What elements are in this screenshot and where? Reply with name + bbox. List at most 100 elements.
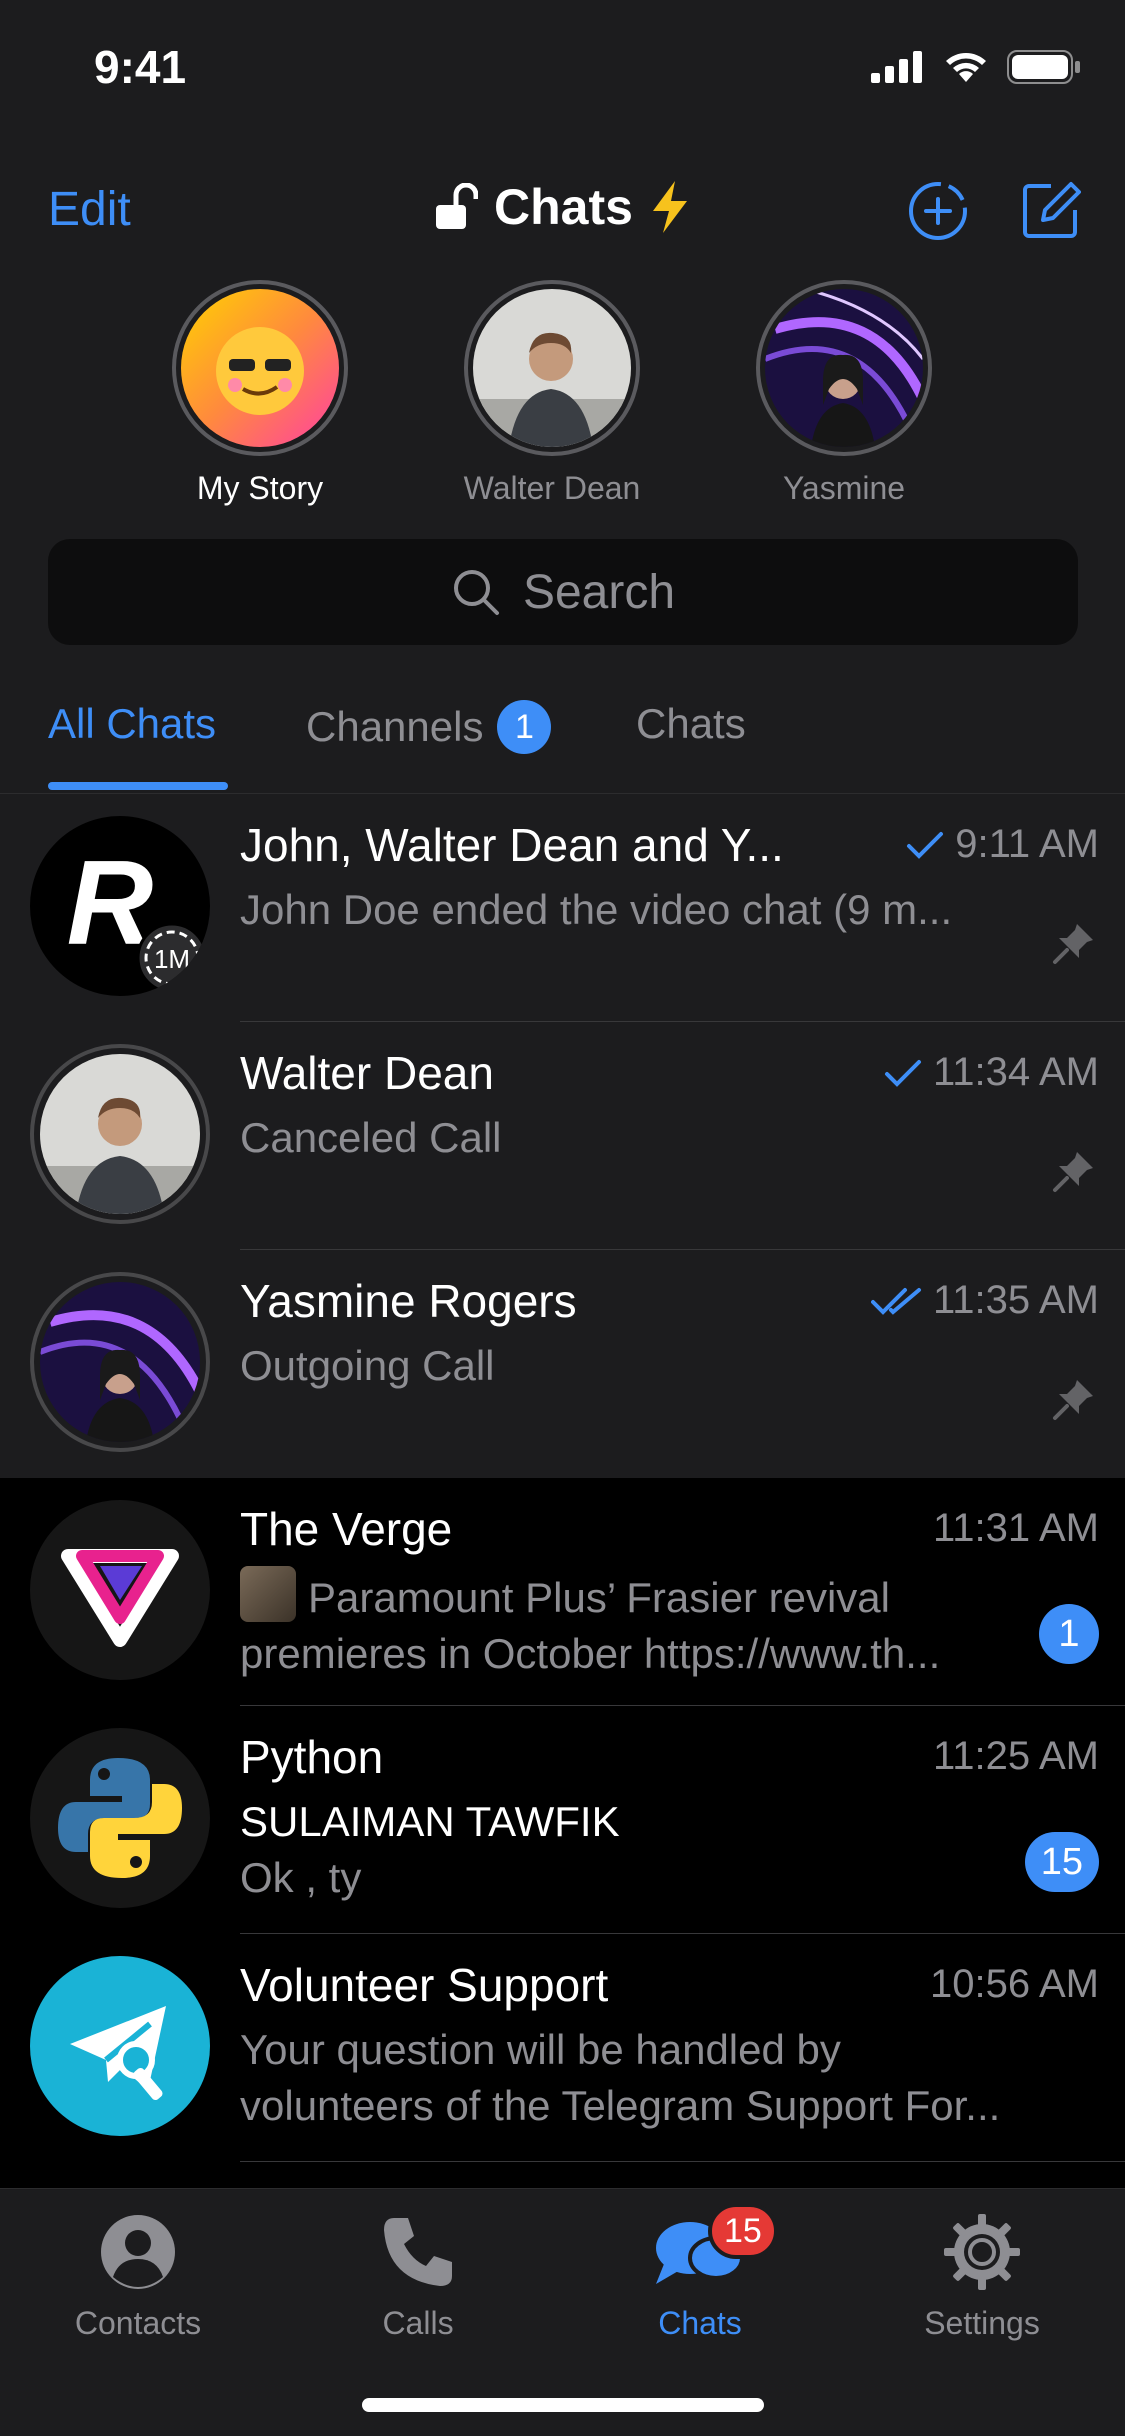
story-label: My Story (196, 470, 324, 506)
time-label: 9:11 AM (955, 822, 1099, 866)
chat-time: 10:56 AM (930, 1962, 1099, 2007)
walter-dean-avatar (40, 1054, 200, 1214)
the-verge-avatar (30, 1500, 210, 1680)
time-label: 11:34 AM (932, 1050, 1099, 1094)
chat-name: The Verge (240, 1503, 453, 1555)
bottom-tab-bar: Contacts Calls 15 Chats Settings (0, 2188, 1125, 2436)
chat-row[interactable]: Walter Dean 11:34 AM Canceled Call (0, 1022, 1125, 1250)
status-icons (871, 50, 1081, 84)
story-ring (756, 280, 932, 456)
unread-badge: 15 (1024, 1832, 1099, 1892)
time-label: 11:35 AM (932, 1278, 1099, 1322)
my-story-avatar (181, 289, 339, 447)
story-my-story[interactable]: My Story (150, 280, 370, 507)
tab-chats[interactable]: Chats (636, 700, 746, 748)
search-icon (453, 570, 499, 615)
photo-thumbnail (240, 1566, 296, 1622)
home-indicator[interactable] (362, 2398, 764, 2412)
search-area: Search (0, 525, 1125, 670)
chat-row[interactable]: Volunteer Support 10:56 AM Your question… (0, 1934, 1125, 2162)
check-icon (884, 1059, 921, 1087)
chat-list: R 1M John, Walter Dean and Y... 9:11 AM … (0, 794, 1125, 2162)
header-actions (907, 180, 1081, 242)
tabbar-label: Settings (924, 2305, 1040, 2341)
unlock-icon[interactable] (434, 183, 479, 231)
chat-row[interactable]: R 1M John, Walter Dean and Y... 9:11 AM … (0, 794, 1125, 1022)
story-label: Walter Dean (463, 470, 641, 506)
search-input[interactable]: Search (48, 539, 1078, 645)
status-bar: 9:41 (0, 0, 1125, 140)
walter-dean-avatar (473, 289, 631, 447)
pin-icon (1053, 1152, 1093, 1192)
chat-row[interactable]: The Verge 11:31 AM Paramount Plus’ Frasi… (0, 1478, 1125, 1706)
chat-time: 11:34 AM (883, 1050, 1099, 1095)
tab-label: All Chats (48, 700, 217, 747)
pin-icon (1053, 924, 1093, 964)
story-ring (464, 280, 640, 456)
story-label: Yasmine (782, 470, 906, 506)
tabbar-chats[interactable]: 15 Chats (600, 2203, 800, 2342)
message-text: Ok , ty (240, 1854, 362, 1901)
story-ring (30, 1044, 210, 1224)
tab-channels[interactable]: Channels 1 (306, 700, 552, 754)
search-placeholder: Search (522, 565, 676, 619)
time-label: 11:25 AM (932, 1734, 1099, 1778)
tab-all-chats[interactable]: All Chats (48, 700, 216, 748)
new-story-icon[interactable] (907, 180, 969, 242)
chat-name: Yasmine Rogers (240, 1275, 577, 1327)
person-icon (101, 2215, 175, 2289)
compose-icon[interactable] (1021, 180, 1081, 240)
unread-badge: 1 (1039, 1604, 1099, 1664)
unread-badge: 1 (497, 700, 552, 754)
stories-row: My Story Walter Dean Yasmine (0, 260, 1125, 525)
chat-preview: Paramount Plus’ Frasier revival premiere… (240, 1566, 1030, 1682)
tabbar-calls[interactable]: Calls (318, 2207, 518, 2342)
tabbar-settings[interactable]: Settings (882, 2207, 1082, 2342)
tab-label: Chats (636, 700, 746, 747)
check-icon (907, 831, 944, 859)
battery-icon (1007, 50, 1080, 84)
chat-name: Walter Dean (240, 1047, 494, 1099)
chat-name: Python (240, 1731, 384, 1783)
tabbar-label: Chats (658, 2305, 742, 2341)
time-label: 10:56 AM (929, 1962, 1099, 2006)
wifi-icon (946, 53, 986, 82)
chat-preview: John Doe ended the video chat (9 m... (240, 886, 953, 933)
group-avatar: R 1M (30, 816, 210, 996)
story-ring (172, 280, 348, 456)
tabbar-label: Contacts (74, 2305, 202, 2341)
folder-tabs: All Chats Channels 1 Chats (0, 670, 1125, 794)
signal-icon (871, 51, 922, 83)
row-divider (240, 2161, 1125, 2162)
chat-preview: Outgoing Call (240, 1342, 495, 1389)
tabbar-contacts[interactable]: Contacts (38, 2207, 238, 2342)
chat-time: 11:31 AM (933, 1506, 1099, 1551)
tab-label: Channels (306, 703, 484, 750)
tabbar-label: Calls (382, 2305, 454, 2341)
gear-icon (944, 2214, 1020, 2290)
chat-preview: Your question will be handled by volunte… (240, 2026, 1001, 2129)
yasmine-avatar (40, 1282, 200, 1442)
chat-row[interactable]: Yasmine Rogers 11:35 AM Outgoing Call (0, 1250, 1125, 1478)
chat-row[interactable]: Python 11:25 AM SULAIMAN TAWFIK Ok , ty … (0, 1706, 1125, 1934)
status-time: 9:41 (94, 41, 187, 93)
pin-icon (1053, 1380, 1093, 1420)
time-label: 11:31 AM (932, 1506, 1099, 1550)
tabbar-badge: 15 (708, 2203, 778, 2259)
story-ring (30, 1272, 210, 1452)
story-walter-dean[interactable]: Walter Dean (442, 280, 662, 507)
chat-time: 11:25 AM (933, 1734, 1099, 1779)
chat-name: John, Walter Dean and Y... (240, 819, 784, 871)
header: Edit Chats (0, 140, 1125, 260)
active-tab-indicator (48, 782, 228, 790)
message-text: Paramount Plus’ Frasier revival premiere… (240, 1574, 941, 1677)
lightning-icon[interactable] (649, 181, 691, 233)
story-yasmine[interactable]: Yasmine (734, 280, 954, 507)
timer-label: 1M (154, 944, 190, 974)
chat-time: 11:35 AM (870, 1278, 1099, 1323)
double-check-icon (870, 1287, 921, 1315)
yasmine-avatar (765, 289, 923, 447)
volunteer-support-avatar (30, 1956, 210, 2136)
page-title: Chats (494, 179, 633, 235)
python-avatar (30, 1728, 210, 1908)
